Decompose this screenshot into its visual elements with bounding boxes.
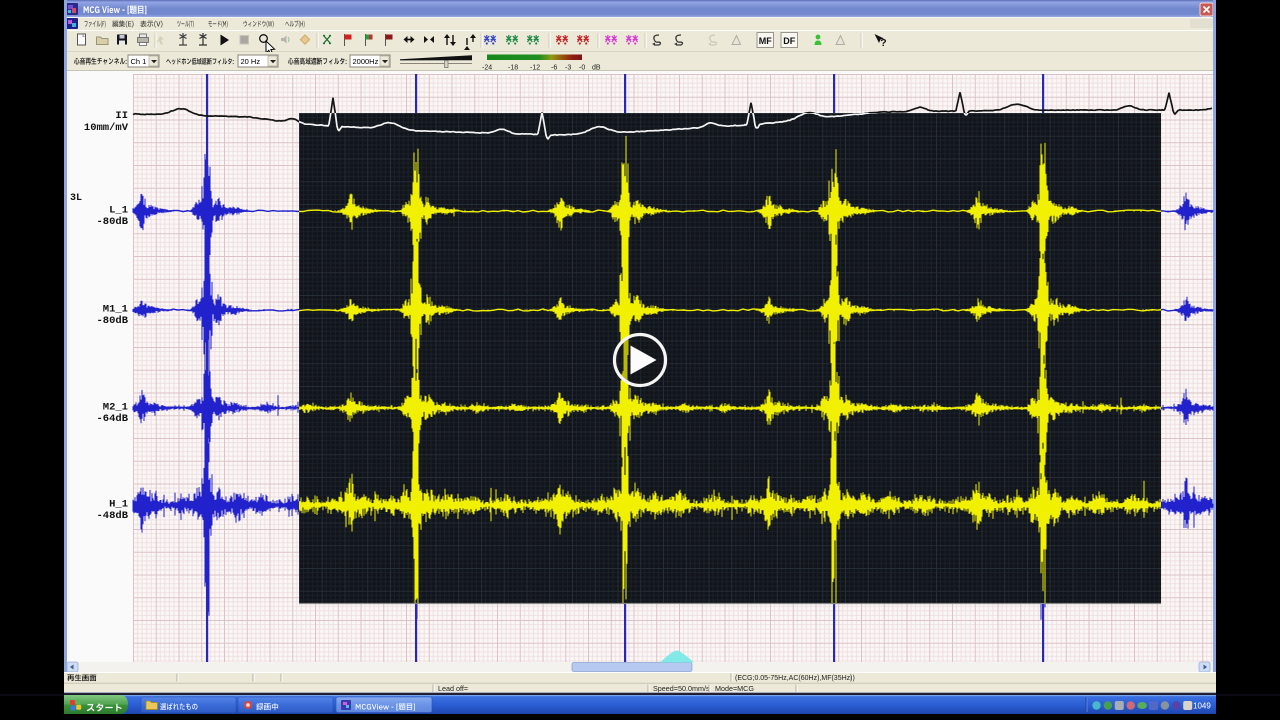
svg-text:-0: -0 [579,65,585,72]
svg-text:Ch 1: Ch 1 [131,57,147,66]
svg-text:-3: -3 [565,65,571,72]
svg-text:-64dB: -64dB [96,413,128,425]
svg-text:-80dB: -80dB [96,315,128,327]
svg-text:H_1: H_1 [109,499,128,511]
svg-text:2000Hz: 2000Hz [353,57,379,66]
svg-text:Speed=50.0mm/s: Speed=50.0mm/s [653,684,710,693]
svg-text:20 Hz: 20 Hz [241,57,261,66]
svg-text:?: ? [880,37,886,49]
svg-text:-48dB: -48dB [96,510,128,522]
svg-text:L_1: L_1 [109,205,128,217]
svg-text:dB: dB [592,65,601,72]
svg-text:1049: 1049 [1193,702,1211,711]
svg-text:DF: DF [783,36,795,46]
svg-text:-12: -12 [530,65,540,72]
svg-text:-80dB: -80dB [96,216,128,228]
svg-text:-6: -6 [551,65,557,72]
svg-text:Mode=MCG: Mode=MCG [715,684,754,693]
svg-text:(ECG;0.05-75Hz,AC(60Hz),MF(35H: (ECG;0.05-75Hz,AC(60Hz),MF(35Hz)) [735,675,855,682]
svg-text:3L: 3L [70,193,82,204]
svg-text:10mm/mV: 10mm/mV [84,122,129,134]
svg-text:M2_1: M2_1 [103,402,128,414]
svg-text:M1_1: M1_1 [103,304,128,316]
svg-text:II: II [115,110,128,122]
svg-text:-18: -18 [508,65,518,72]
svg-text:MF: MF [759,36,772,46]
svg-text:Lead off=: Lead off= [438,684,468,693]
svg-text:-24: -24 [482,65,492,72]
